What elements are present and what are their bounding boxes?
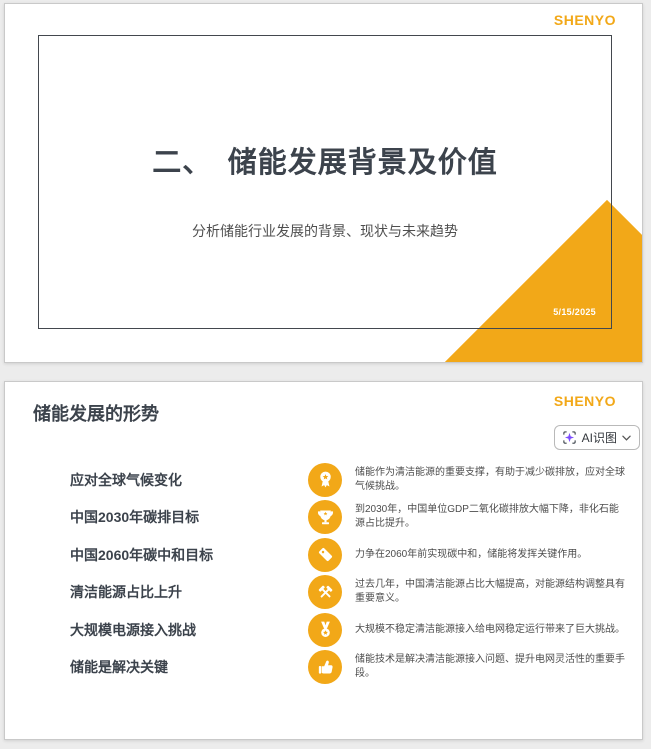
ai-recognize-button[interactable]: AI识图 [553, 425, 640, 450]
thumbs-up-icon [308, 650, 342, 685]
feature-description: 到2030年，中国单位GDP二氧化碳排放大幅下降，非化石能源占比提升。 [355, 504, 619, 530]
slide-1-section-title[interactable]: 5/15/2025 SHENYO 二、 储能发展背景及价值 分析储能行业发展的背… [4, 3, 643, 363]
ai-scan-sparkle-icon [562, 431, 576, 444]
title-frame-border: 二、 储能发展背景及价值 分析储能行业发展的背景、现状与未来趋势 [38, 35, 612, 329]
section-title: 二、 储能发展背景及价值 [152, 147, 498, 179]
feature-row: 储能是解决关键 储能技术是解决清洁能源接入问题、提升电网灵活性的重要手段。 [5, 649, 642, 687]
feature-row: 中国2060年碳中和目标 力争在2060年前实现碳中和，储能将发挥关键作用。 [5, 536, 642, 574]
feature-description: 力争在2060年前实现碳中和，储能将发挥关键作用。 [355, 548, 588, 560]
feature-label: 中国2060年碳中和目标 [70, 546, 214, 563]
feature-row: 中国2030年碳排目标 到2030年，中国单位GDP二氧化碳排放大幅下降，非化石… [5, 499, 642, 537]
page-title: 储能发展的形势 [33, 404, 159, 424]
feature-description: 大规模不稳定清洁能源接入给电网稳定运行带来了巨大挑战。 [355, 623, 625, 635]
feature-label: 应对全球气候变化 [70, 471, 182, 488]
section-subtitle: 分析储能行业发展的背景、现状与未来趋势 [192, 223, 458, 239]
slide-2-content[interactable]: SHENYO 储能发展的形势 AI识图 应对全球气候变化 储能作为清洁能源的重要… [4, 381, 643, 740]
brand-logo: SHENYO [553, 12, 616, 28]
trophy-icon [308, 500, 342, 535]
feature-description: 储能技术是解决清洁能源接入问题、提升电网灵活性的重要手段。 [355, 654, 625, 680]
brand-logo: SHENYO [553, 393, 616, 409]
feature-label: 中国2030年碳排目标 [70, 509, 200, 526]
tag-icon [308, 537, 342, 572]
medal-icon [308, 612, 342, 647]
chevron-down-icon [622, 435, 631, 441]
feature-rows: 应对全球气候变化 储能作为清洁能源的重要支撑，有助于减少碳排放，应对全球气候挑战… [5, 461, 642, 686]
crossed-hammers-icon [308, 575, 342, 610]
feature-label: 大规模电源接入挑战 [70, 621, 196, 638]
award-ribbon-icon [308, 462, 342, 497]
feature-description: 储能作为清洁能源的重要支撑，有助于减少碳排放，应对全球气候挑战。 [355, 466, 625, 492]
feature-label: 储能是解决关键 [70, 659, 168, 676]
feature-description: 过去几年，中国清洁能源占比大幅提高，对能源结构调整具有重要意义。 [355, 579, 625, 605]
feature-row: 大规模电源接入挑战 大规模不稳定清洁能源接入给电网稳定运行带来了巨大挑战。 [5, 611, 642, 649]
feature-row: 应对全球气候变化 储能作为清洁能源的重要支撑，有助于减少碳排放，应对全球气候挑战… [5, 461, 642, 499]
feature-row: 清洁能源占比上升 过去几年，中国清洁能源占比大幅提高，对能源结构调整具有重要意义… [5, 574, 642, 612]
feature-label: 清洁能源占比上升 [70, 584, 182, 601]
ai-button-label: AI识图 [581, 431, 617, 445]
